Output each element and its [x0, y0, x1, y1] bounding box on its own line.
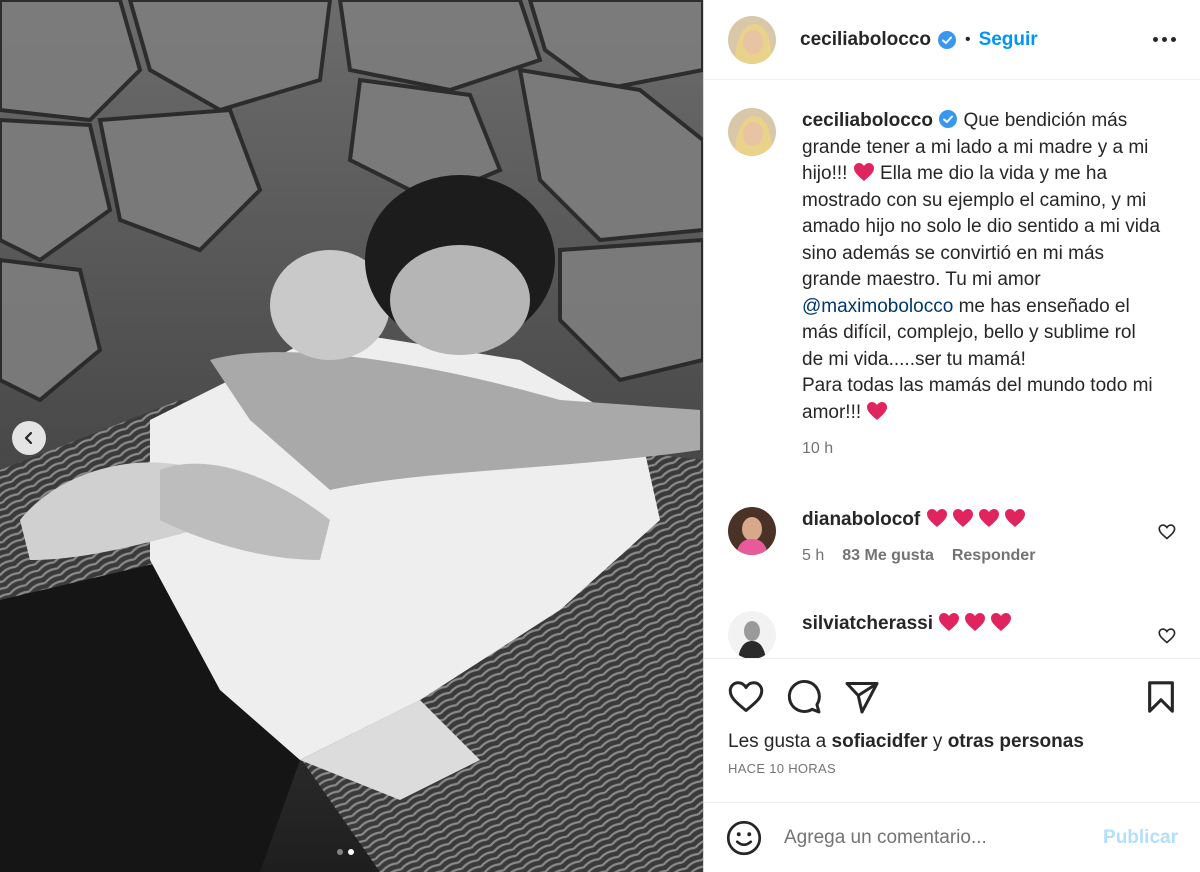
emoji-icon[interactable] [726, 820, 762, 856]
heart-emoji-icon [1004, 508, 1025, 527]
other-likers-link[interactable]: otras personas [948, 731, 1084, 752]
comment-body: dianabolocof 5 h 83 Me gusta Responder [802, 507, 1158, 569]
heart-icon[interactable] [728, 680, 764, 714]
follow-button[interactable]: Seguir [979, 29, 1038, 51]
comment-input[interactable] [784, 826, 1104, 849]
post-media [0, 0, 703, 872]
post-actions: Les gusta a sofiacidfer y otras personas… [704, 658, 1200, 803]
comments-section[interactable]: ceciliabolocco Que bendición más grande … [704, 80, 1200, 658]
mention-link[interactable]: @maximobolocco [802, 296, 953, 317]
verified-badge-icon [937, 30, 957, 50]
caption-text: Para todas las mamás del mundo todo mi a… [802, 375, 1153, 423]
comment-body: silviatcherassi [802, 611, 1158, 659]
share-icon[interactable] [844, 680, 880, 714]
caption-body: ceciliabolocco Que bendición más grande … [802, 108, 1162, 463]
comment-likes[interactable]: 83 Me gusta [842, 543, 934, 569]
avatar[interactable] [728, 15, 776, 64]
chevron-left-icon [24, 431, 33, 445]
carousel-dot-active [348, 849, 354, 855]
verified-badge-icon [939, 110, 958, 128]
caption-text: Ella me dio la vida y me ha mostrado con… [802, 163, 1161, 290]
comment-time[interactable]: 5 h [802, 543, 824, 569]
caption-username[interactable]: ceciliabolocco [802, 110, 933, 131]
avatar[interactable] [728, 108, 776, 156]
comment-meta: 5 h 83 Me gusta Responder [802, 543, 1158, 569]
post-header: ceciliabolocco • Seguir [704, 0, 1200, 80]
more-icon[interactable] [1153, 37, 1176, 42]
heart-emoji-icon [991, 612, 1012, 631]
likes-prefix: Les gusta a [728, 731, 832, 752]
avatar[interactable] [728, 610, 776, 658]
comment-item: silviatcherassi [728, 610, 1176, 659]
hearts-emoji [926, 508, 1026, 530]
carousel-indicator [337, 849, 354, 855]
carousel-dot [337, 849, 343, 855]
comment-icon[interactable] [786, 679, 822, 715]
publish-button[interactable]: Publicar [1103, 827, 1178, 849]
heart-emoji-icon [952, 508, 973, 527]
heart-icon[interactable] [1158, 523, 1176, 541]
caption: ceciliabolocco Que bendición más grande … [728, 108, 1176, 463]
action-bar [728, 679, 1176, 715]
heart-emoji-icon [939, 612, 960, 631]
post-author-username[interactable]: ceciliabolocco [800, 29, 931, 51]
heart-emoji-icon [867, 401, 888, 420]
comment-username[interactable]: silviatcherassi [802, 613, 933, 634]
bookmark-icon[interactable] [1146, 680, 1176, 714]
post-side-panel: ceciliabolocco • Seguir ceciliabolocco Q… [703, 0, 1200, 872]
caption-meta: 10 h [802, 436, 1162, 463]
heart-icon[interactable] [1158, 627, 1176, 645]
hearts-emoji [938, 612, 1012, 634]
heart-emoji-icon [853, 163, 874, 181]
liker-username[interactable]: sofiacidfer [832, 731, 928, 752]
caption-time[interactable]: 10 h [802, 436, 833, 463]
separator-dot: • [964, 30, 971, 48]
heart-emoji-icon [926, 508, 947, 527]
add-comment-bar: Publicar [704, 802, 1200, 872]
comment-username[interactable]: dianabolocof [802, 509, 920, 530]
heart-emoji-icon [978, 508, 999, 527]
post-dialog: ceciliabolocco • Seguir ceciliabolocco Q… [0, 0, 1200, 872]
post-timestamp: HACE 10 HORAS [728, 761, 836, 776]
carousel-prev-button[interactable] [12, 421, 46, 455]
heart-emoji-icon [965, 612, 986, 631]
comment-item: dianabolocof 5 h 83 Me gusta Responder [728, 506, 1176, 569]
avatar[interactable] [728, 506, 776, 555]
post-photo [0, 0, 703, 872]
reply-button[interactable]: Responder [952, 543, 1036, 569]
likes-summary: Les gusta a sofiacidfer y otras personas [728, 731, 1176, 753]
likes-middle: y [927, 731, 948, 752]
